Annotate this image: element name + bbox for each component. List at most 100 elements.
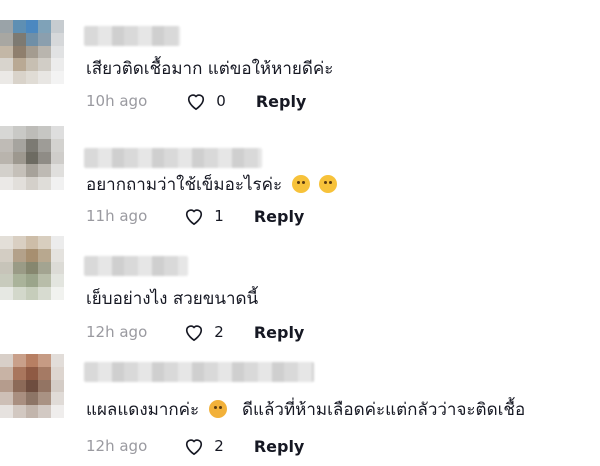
avatar-pixel [51, 177, 64, 190]
username-blurred[interactable] [84, 148, 262, 168]
avatar-pixel [12, 58, 26, 72]
avatar-pixel [0, 392, 13, 406]
avatar-pixel [38, 261, 52, 275]
like-button[interactable]: 0 [185, 91, 226, 111]
heart-icon[interactable] [183, 206, 205, 226]
avatar-pixel [12, 248, 26, 262]
comment-text-part1: แผลแดงมากค่ะ [86, 400, 200, 420]
avatar-pixel [25, 151, 39, 165]
avatar-pixel [25, 354, 39, 367]
like-count: 2 [214, 437, 224, 455]
avatar-pixel [12, 261, 26, 275]
comment-time: 11h ago [86, 207, 148, 225]
avatar-pixel [38, 138, 52, 152]
avatar-pixel [12, 287, 26, 300]
avatar-pixel [51, 366, 64, 380]
avatar-pixel [12, 354, 26, 367]
avatar-pixel [12, 126, 26, 139]
avatar-pixel [38, 366, 52, 380]
avatar-pixel [38, 392, 52, 406]
avatar-pixel [51, 236, 64, 249]
avatar-pixel [0, 45, 13, 59]
avatar-pixel [38, 287, 52, 300]
avatar-pixel [51, 405, 64, 418]
avatar-pixel [0, 366, 13, 380]
avatar-pixel [38, 405, 52, 418]
avatar-pixel [25, 32, 39, 46]
avatar-pixel [0, 58, 13, 72]
avatar-pixel [25, 261, 39, 275]
reply-button[interactable]: Reply [256, 92, 307, 111]
avatar-pixel [12, 177, 26, 190]
avatar-pixel [12, 274, 26, 288]
avatar-pixel [12, 45, 26, 59]
avatar-pixel [12, 392, 26, 406]
avatar-pixel [51, 379, 64, 393]
username-blurred[interactable] [84, 362, 314, 382]
avatar-pixel [12, 236, 26, 249]
avatar-pixel [0, 274, 13, 288]
avatar-pixel [51, 261, 64, 275]
comment-text: แผลแดงมากค่ะ ดีแล้วที่ห้ามเลือดค่ะแต่กลั… [86, 399, 525, 421]
comment-meta: 10h ago 0 Reply [86, 90, 306, 112]
avatar-pixel [51, 32, 64, 46]
avatar-pixel [12, 164, 26, 178]
avatar-pixel [38, 354, 52, 367]
avatar-pixel [38, 274, 52, 288]
avatar-pixel [51, 164, 64, 178]
avatar[interactable] [0, 236, 64, 300]
avatar-pixel [51, 274, 64, 288]
avatar-pixel [51, 354, 64, 367]
like-count: 1 [214, 207, 224, 225]
avatar-pixel [38, 248, 52, 262]
avatar-pixel [51, 71, 64, 84]
avatar-pixel [0, 177, 13, 190]
heart-icon[interactable] [185, 91, 207, 111]
avatar-pixel [38, 45, 52, 59]
avatar-pixel [12, 151, 26, 165]
avatar-pixel [0, 20, 13, 33]
comment-text: เสียวติดเชื้อมาก แต่ขอให้หายดีค่ะ [86, 59, 334, 79]
avatar-pixel [25, 236, 39, 249]
avatar-pixel [0, 126, 13, 139]
avatar[interactable] [0, 126, 64, 190]
avatar-pixel [25, 126, 39, 139]
like-button[interactable]: 2 [183, 322, 224, 342]
comment-item: อยากถามว่าใช้เข็มอะไรค่ะ 11h ago 1 Reply [0, 126, 600, 238]
comment-time: 12h ago [86, 437, 148, 455]
avatar-pixel [38, 236, 52, 249]
avatar-pixel [25, 58, 39, 72]
heart-icon[interactable] [183, 322, 205, 342]
username-blurred[interactable] [84, 26, 180, 46]
avatar-pixel [0, 151, 13, 165]
avatar-pixel [51, 138, 64, 152]
avatar-pixel [25, 71, 39, 84]
reply-button[interactable]: Reply [254, 437, 305, 456]
avatar-pixel [12, 405, 26, 418]
username-blurred[interactable] [84, 256, 188, 276]
reply-button[interactable]: Reply [254, 207, 305, 226]
like-button[interactable]: 2 [183, 436, 224, 456]
avatar-pixel [25, 405, 39, 418]
comment-meta: 12h ago 2 Reply [86, 321, 304, 343]
avatar-pixel [51, 45, 64, 59]
avatar-pixel [0, 71, 13, 84]
avatar-pixel [0, 138, 13, 152]
avatar-pixel [51, 392, 64, 406]
avatar[interactable] [0, 354, 64, 418]
avatar-pixel [51, 287, 64, 300]
avatar-pixel [12, 32, 26, 46]
avatar-pixel [38, 20, 52, 33]
comment-item: แผลแดงมากค่ะ ดีแล้วที่ห้ามเลือดค่ะแต่กลั… [0, 354, 600, 466]
avatar-pixel [0, 354, 13, 367]
avatar-pixel [0, 405, 13, 418]
avatar-pixel [51, 126, 64, 139]
avatar-pixel [0, 248, 13, 262]
reply-button[interactable]: Reply [254, 323, 305, 342]
avatar-pixel [25, 379, 39, 393]
avatar-pixel [51, 58, 64, 72]
like-button[interactable]: 1 [183, 206, 224, 226]
like-count: 2 [214, 323, 224, 341]
heart-icon[interactable] [183, 436, 205, 456]
avatar[interactable] [0, 20, 64, 84]
